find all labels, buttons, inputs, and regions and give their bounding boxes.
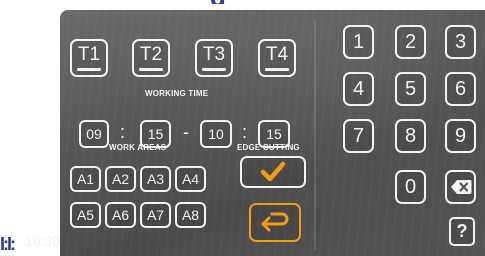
- end-hour-field[interactable]: 10: [200, 120, 232, 148]
- tool-label: T2: [139, 44, 163, 65]
- tool-button-t4[interactable]: T4: [258, 39, 296, 77]
- tool-underline: [265, 68, 289, 71]
- backspace-button[interactable]: [445, 170, 476, 204]
- keypad-key-6[interactable]: 6: [445, 72, 476, 106]
- keypad-key-4[interactable]: 4: [343, 72, 374, 106]
- panel-divider: [314, 20, 316, 250]
- tool-label: T3: [202, 44, 226, 65]
- tool-button-t3[interactable]: T3: [195, 39, 233, 77]
- back-button[interactable]: [249, 203, 301, 242]
- edge-cutting-toggle[interactable]: [240, 156, 306, 188]
- area-button-a4[interactable]: A4: [175, 166, 206, 192]
- edge-cutting-label: EDGE CUTTING: [237, 143, 300, 152]
- tool-label: T1: [77, 44, 101, 65]
- keypad-key-1[interactable]: 1: [343, 25, 374, 59]
- tool-underline: [77, 68, 101, 71]
- time-colon: :: [120, 122, 126, 142]
- tool-underline: [202, 68, 226, 71]
- area-button-a8[interactable]: A8: [175, 202, 206, 228]
- work-areas-label: WORK AREAS: [109, 143, 167, 152]
- tool-button-t2[interactable]: T2: [132, 39, 170, 77]
- help-button[interactable]: ?: [449, 217, 475, 246]
- keypad-key-3[interactable]: 3: [445, 25, 476, 59]
- time-colon: :: [242, 122, 248, 142]
- tool-label: T4: [265, 44, 289, 65]
- tool-underline: [139, 68, 163, 71]
- return-arrow-icon: [261, 212, 289, 231]
- top-band: [60, 0, 485, 10]
- keypad-key-9[interactable]: 9: [445, 119, 476, 153]
- keypad-key-7[interactable]: 7: [343, 119, 374, 153]
- clock-display: 10:30: [25, 233, 61, 249]
- area-button-a7[interactable]: A7: [140, 202, 171, 228]
- help-icon: ?: [456, 221, 468, 241]
- keypad-key-5[interactable]: 5: [395, 72, 426, 106]
- keypad-key-8[interactable]: 8: [395, 119, 426, 153]
- working-time-label: WORKING TIME: [145, 89, 209, 98]
- area-button-a5[interactable]: A5: [70, 202, 101, 228]
- keypad-key-0[interactable]: 0: [395, 170, 426, 204]
- area-button-a3[interactable]: A3: [140, 166, 171, 192]
- tool-button-t1[interactable]: T1: [70, 39, 108, 77]
- keypad-key-2[interactable]: 2: [395, 25, 426, 59]
- side-fragment: I:I:: [0, 234, 16, 254]
- header-fragment: g: [210, 0, 226, 4]
- check-icon: [260, 161, 286, 182]
- area-button-a2[interactable]: A2: [105, 166, 136, 192]
- start-hour-field[interactable]: 09: [79, 120, 109, 148]
- backspace-icon: [450, 180, 471, 194]
- control-panel-screen: T1 T2 T3 T4 WORKING TIME 09 : 15 - 10 : …: [60, 10, 485, 256]
- area-button-a6[interactable]: A6: [105, 202, 136, 228]
- time-dash: -: [183, 122, 189, 142]
- area-button-a1[interactable]: A1: [70, 166, 101, 192]
